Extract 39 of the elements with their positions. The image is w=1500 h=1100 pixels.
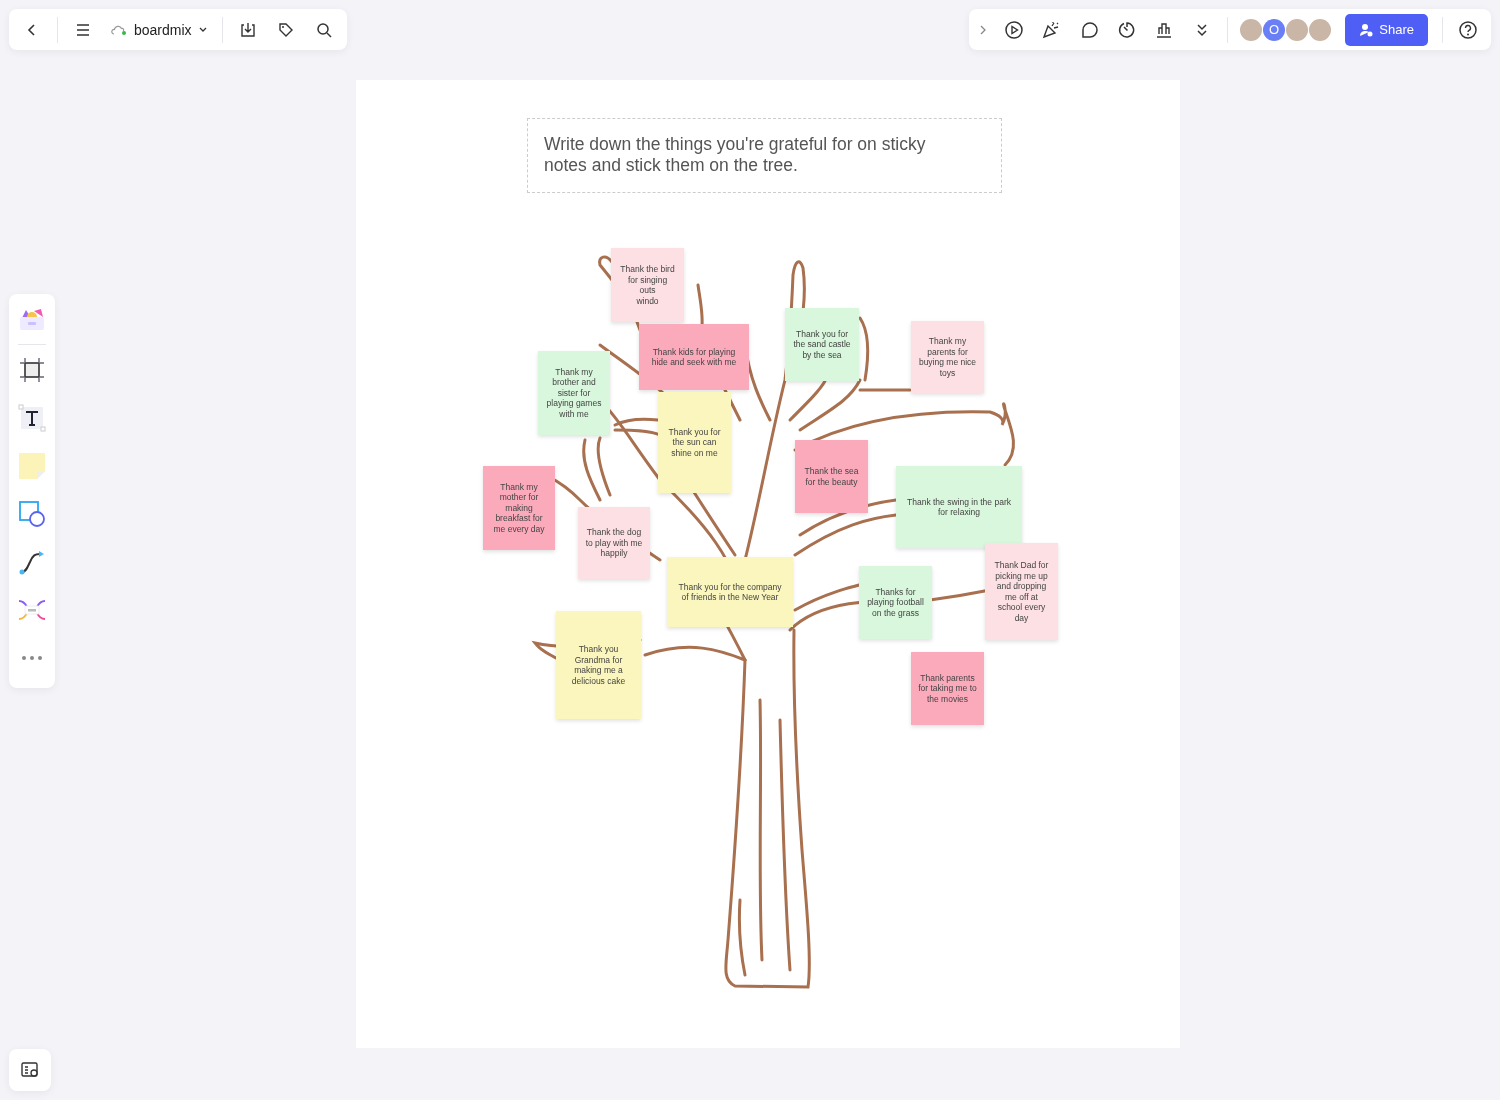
- file-name-dropdown[interactable]: boardmix: [104, 14, 214, 45]
- template-icon: [18, 306, 46, 332]
- download-icon: [238, 20, 257, 39]
- sticky-note[interactable]: Thank the sea for the beauty: [795, 440, 868, 513]
- speech-bubble-icon: [1079, 19, 1100, 40]
- sticky-note[interactable]: Thank you Grandma for making me a delicious cake: [556, 611, 641, 719]
- sticky-note[interactable]: Thank the bird for singing outs windo: [611, 248, 684, 322]
- sticky-note[interactable]: Thank my parents for buying me nice toys: [911, 321, 984, 393]
- tag-icon: [276, 20, 295, 39]
- timer-icon: [1116, 19, 1137, 40]
- share-button[interactable]: Share: [1345, 13, 1429, 46]
- sticky-note[interactable]: Thank my brother and sister for playing games with me: [538, 351, 610, 435]
- sticky-note[interactable]: Thank my mother for making breakfast for me every day: [483, 466, 555, 550]
- instruction-text-box: Write down the things you're grateful for on sticky notes and stick them on the tree.: [527, 118, 1002, 193]
- sticky-note[interactable]: Thank Dad for picking me up and dropping me off at school every day: [985, 543, 1058, 640]
- sticky-note[interactable]: Thank you for the company of friends in the New Year: [667, 557, 793, 627]
- mind-map-icon: [18, 597, 46, 623]
- connector-icon: [18, 548, 46, 576]
- avatar[interactable]: O: [1263, 18, 1286, 41]
- add-user-icon: [1359, 22, 1374, 37]
- sticky-note[interactable]: Thank kids for playing hide and seek with me: [639, 324, 749, 390]
- sticky-note[interactable]: Thank the swing in the park for relaxing: [896, 466, 1022, 548]
- caret-icon: [197, 25, 208, 34]
- help-icon: [1458, 19, 1479, 40]
- shapes-icon: [18, 500, 46, 528]
- sticky-note-icon: [18, 452, 46, 480]
- search-icon: [314, 20, 333, 39]
- minimap-button[interactable]: [9, 1049, 51, 1091]
- sticky-note[interactable]: Thank you for the sand castle by the sea: [785, 308, 859, 381]
- play-icon: [1003, 19, 1024, 40]
- sticky-note[interactable]: Thanks for playing football on the grass: [859, 566, 932, 639]
- more-icon: [21, 655, 43, 661]
- minimap-icon: [20, 1061, 40, 1079]
- sticky-note[interactable]: Thank parents for taking me to the movies: [911, 652, 984, 725]
- sticky-note[interactable]: Thank the dog to play with me happily: [578, 507, 650, 579]
- text-tool[interactable]: [15, 401, 49, 435]
- text-icon: [18, 404, 46, 432]
- sticky-note[interactable]: Thank you for the sun can shine on me: [658, 392, 731, 493]
- frame-icon: [19, 357, 45, 383]
